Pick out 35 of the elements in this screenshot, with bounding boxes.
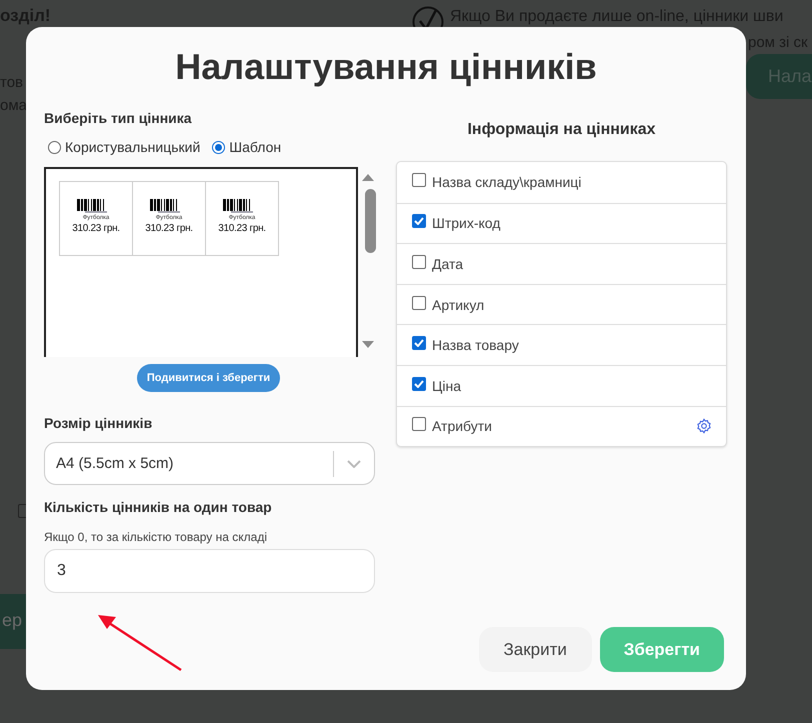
- info-option[interactable]: Штрих-код: [397, 202, 726, 244]
- checkbox[interactable]: [412, 214, 426, 228]
- size-select[interactable]: A4 (5.5cm x 5cm): [44, 442, 375, 485]
- info-option[interactable]: Атрибути: [397, 406, 726, 446]
- section-title: Інформація на цінниках: [466, 120, 657, 140]
- radio-icon[interactable]: [48, 140, 61, 154]
- chevron-down-icon: [347, 460, 361, 468]
- info-option[interactable]: Дата: [397, 243, 726, 284]
- checkbox[interactable]: [412, 417, 426, 432]
- tag-price: 310.23 грн.: [145, 223, 193, 234]
- info-option[interactable]: Назва складу\крамниці: [397, 162, 726, 203]
- dialog-title: Налаштування цінників: [174, 45, 598, 89]
- field-hint: Якщо 0, то за кількістю товару на складі: [44, 530, 267, 544]
- checkbox[interactable]: [412, 254, 426, 269]
- section-label: Виберіть тип цінника: [44, 110, 192, 126]
- scroll-down-icon[interactable]: [362, 341, 374, 349]
- checkbox[interactable]: [412, 296, 426, 310]
- scroll-up-icon[interactable]: [362, 173, 374, 181]
- close-button[interactable]: Закрити: [478, 627, 592, 672]
- scrollbar-thumb[interactable]: [364, 189, 376, 253]
- checkbox[interactable]: [412, 376, 426, 391]
- info-option[interactable]: Артикул: [397, 284, 726, 324]
- checkbox[interactable]: [412, 173, 426, 188]
- info-option[interactable]: Назва товару: [397, 324, 726, 365]
- checkbox[interactable]: [412, 336, 426, 350]
- radio-option[interactable]: Шаблон: [212, 139, 282, 155]
- section-label: Кількість цінників на один товар: [44, 499, 272, 515]
- count-field[interactable]: 3: [44, 549, 375, 593]
- tag-price: 310.23 грн.: [72, 223, 120, 234]
- radio-option[interactable]: Користувальницький: [48, 139, 200, 155]
- radio-icon[interactable]: [212, 140, 226, 154]
- settings-icon[interactable]: [696, 418, 712, 434]
- tag-price: 310.23 грн.: [218, 223, 266, 234]
- info-option[interactable]: Ціна: [397, 364, 726, 406]
- section-label: Розмір цінників: [44, 415, 152, 431]
